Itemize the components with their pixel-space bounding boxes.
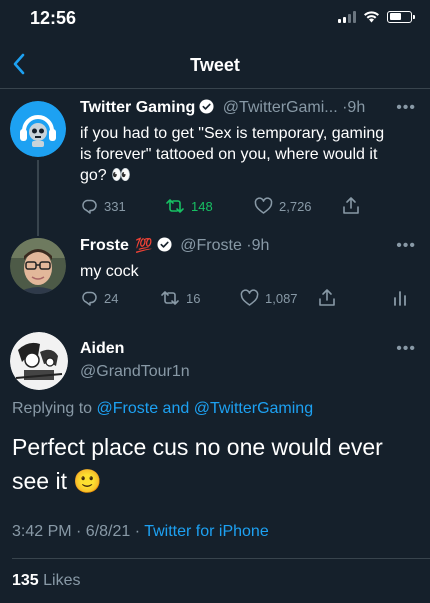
tweet-meta: 3:42 PM · 6/8/21 · Twitter for iPhone bbox=[12, 523, 269, 541]
replying-to: Replying to @Froste and @TwitterGaming bbox=[12, 400, 313, 418]
tweet-header: Froste 💯 @Froste ·9h bbox=[80, 237, 269, 255]
retweet-button[interactable]: 148 bbox=[165, 197, 213, 215]
author-name[interactable]: Froste bbox=[80, 237, 129, 254]
like-count: 2,726 bbox=[279, 198, 312, 214]
signal-icon bbox=[338, 10, 356, 23]
likes-count: 135 bbox=[12, 572, 39, 589]
retweet-icon bbox=[161, 291, 179, 305]
heart-icon bbox=[254, 197, 273, 214]
tweet-client-link[interactable]: Twitter for iPhone bbox=[144, 523, 269, 540]
divider bbox=[12, 558, 430, 559]
tweet-text: my cock bbox=[80, 263, 139, 280]
author-handle[interactable]: @TwitterGami... bbox=[223, 99, 338, 116]
verified-badge-icon bbox=[199, 99, 214, 114]
retweet-icon bbox=[166, 199, 184, 213]
battery-icon bbox=[387, 10, 415, 23]
avatar-twitter-gaming[interactable] bbox=[10, 101, 66, 157]
tweet-header: Twitter Gaming @TwitterGami... ·9h bbox=[80, 99, 365, 117]
author-handle[interactable]: @GrandTour1n bbox=[80, 363, 190, 381]
like-button[interactable]: 1,087 bbox=[240, 289, 298, 307]
heart-icon bbox=[240, 289, 259, 306]
tweet-text: if you had to get "Sex is temporary, gam… bbox=[80, 125, 385, 184]
likes-summary[interactable]: 135 Likes bbox=[12, 572, 81, 590]
tweet-time: 9h bbox=[347, 99, 366, 116]
reply-count: 331 bbox=[104, 198, 126, 214]
replying-prefix: Replying to bbox=[12, 400, 93, 417]
share-icon[interactable] bbox=[318, 288, 336, 307]
mention-froste[interactable]: @Froste bbox=[97, 400, 159, 417]
likes-label: Likes bbox=[43, 572, 81, 589]
reply-button[interactable]: 331 bbox=[80, 197, 126, 215]
retweet-count: 148 bbox=[191, 198, 213, 214]
thread-line bbox=[37, 160, 39, 236]
share-icon[interactable] bbox=[342, 196, 360, 215]
hundred-emoji: 💯 bbox=[135, 237, 153, 253]
tweet-timestamp: 3:42 PM · 6/8/21 · bbox=[12, 523, 141, 540]
more-options-icon[interactable]: ••• bbox=[396, 340, 416, 358]
retweet-button[interactable]: 16 bbox=[160, 289, 200, 307]
author-name[interactable]: Twitter Gaming bbox=[80, 99, 195, 116]
more-options-icon[interactable]: ••• bbox=[396, 99, 416, 117]
author-name[interactable]: Aiden bbox=[80, 340, 124, 358]
mention-twittergaming[interactable]: @TwitterGaming bbox=[194, 400, 313, 417]
wifi-icon bbox=[364, 11, 379, 23]
status-icons bbox=[338, 10, 415, 23]
avatar-froste[interactable] bbox=[10, 238, 66, 294]
like-button[interactable]: 2,726 bbox=[254, 197, 312, 215]
analytics-icon[interactable] bbox=[392, 289, 408, 307]
replying-and: and bbox=[162, 400, 190, 417]
header-divider bbox=[0, 88, 430, 89]
main-tweet-text: Perfect place cus no one would ever see … bbox=[12, 434, 383, 494]
status-time: 12:56 bbox=[30, 8, 77, 28]
like-count: 1,087 bbox=[265, 290, 298, 306]
avatar-aiden[interactable] bbox=[10, 332, 68, 390]
reply-button[interactable]: 24 bbox=[80, 289, 118, 307]
reply-count: 24 bbox=[104, 290, 119, 306]
verified-badge-icon bbox=[157, 237, 172, 252]
reply-icon bbox=[82, 291, 97, 306]
author-handle[interactable]: @Froste bbox=[180, 237, 242, 254]
retweet-count: 16 bbox=[186, 290, 201, 306]
more-options-icon[interactable]: ••• bbox=[396, 237, 416, 255]
page-title: Tweet bbox=[190, 55, 240, 75]
reply-icon bbox=[82, 199, 97, 214]
tweet-time: 9h bbox=[251, 237, 270, 254]
